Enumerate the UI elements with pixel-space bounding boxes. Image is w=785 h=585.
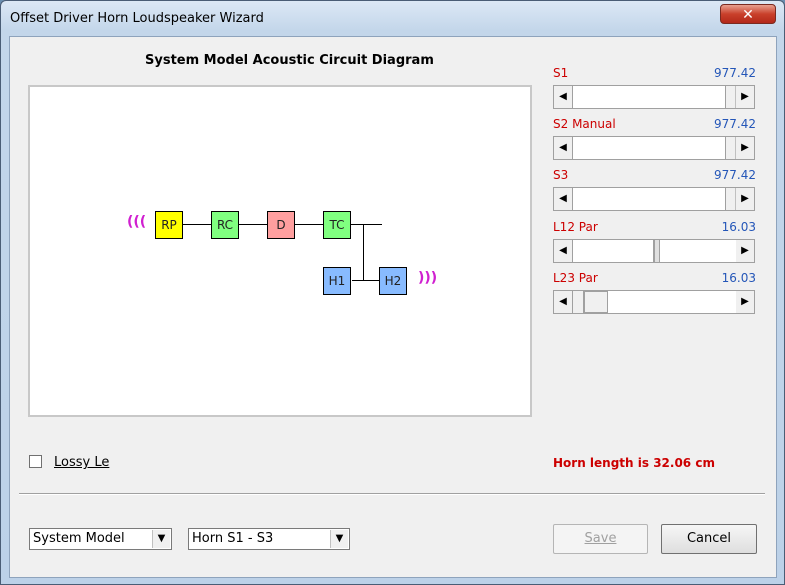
slider-s1-label: S1 [553, 66, 569, 80]
block-rp: RP [155, 211, 183, 239]
diagram-title: System Model Acoustic Circuit Diagram [145, 53, 434, 68]
slider-s3-label: S3 [553, 168, 569, 182]
slider-l12[interactable]: ◀ ▶ [553, 239, 755, 263]
block-rc: RC [211, 211, 239, 239]
slider-s3-value: 977.42 [714, 168, 756, 182]
scroll-right-icon[interactable]: ▶ [735, 240, 754, 262]
slider-l12-value: 16.03 [721, 220, 756, 234]
slider-l23-value: 16.03 [721, 271, 756, 285]
close-button[interactable]: ✕ [720, 4, 776, 24]
save-button[interactable]: Save [553, 524, 648, 554]
scroll-left-icon[interactable]: ◀ [554, 240, 573, 262]
lossy-le-label[interactable]: Lossy Le [54, 455, 109, 470]
lossy-le-text: Lossy Le [54, 455, 110, 470]
slider-thumb[interactable] [572, 86, 726, 108]
block-h1: H1 [323, 267, 351, 295]
connector-line [363, 224, 364, 281]
chevron-down-icon[interactable]: ▼ [152, 530, 170, 548]
sound-wave-in-icon: ((( [127, 214, 147, 230]
slider-s2-label: S2 Manual [553, 117, 616, 131]
scroll-left-icon[interactable]: ◀ [554, 188, 573, 210]
slider-thumb[interactable] [572, 137, 726, 159]
window-title: Offset Driver Horn Loudspeaker Wizard [10, 11, 264, 26]
scroll-right-icon[interactable]: ▶ [735, 291, 754, 313]
scroll-right-icon[interactable]: ▶ [735, 86, 754, 108]
scroll-left-icon[interactable]: ◀ [554, 291, 573, 313]
circuit-diagram: ((( RP RC D TC H1 H2 ))) [28, 85, 532, 417]
horn-length-text: Horn length is 32.06 cm [553, 456, 715, 470]
slider-l12-label: L12 Par [553, 220, 598, 234]
cancel-button[interactable]: Cancel [661, 524, 757, 554]
slider-knob[interactable] [584, 291, 608, 313]
chevron-down-icon[interactable]: ▼ [330, 530, 348, 548]
scroll-right-icon[interactable]: ▶ [735, 137, 754, 159]
block-d: D [267, 211, 295, 239]
block-tc: TC [323, 211, 351, 239]
slider-s2[interactable]: ◀ ▶ [553, 136, 755, 160]
slider-thumb[interactable] [572, 188, 726, 210]
horn-select-value: Horn S1 - S3 [192, 531, 274, 546]
sound-wave-out-icon: ))) [418, 270, 438, 286]
divider [19, 493, 765, 495]
slider-s2-value: 977.42 [714, 117, 756, 131]
lossy-le-checkbox[interactable] [29, 455, 42, 468]
model-select[interactable]: System Model ▼ [29, 528, 172, 550]
connector-line [352, 280, 382, 281]
slider-l23-label: L23 Par [553, 271, 598, 285]
slider-track[interactable] [660, 240, 736, 262]
slider-l23[interactable]: ◀ ▶ [553, 290, 755, 314]
close-icon: ✕ [742, 7, 754, 23]
model-select-value: System Model [33, 531, 125, 546]
scroll-left-icon[interactable]: ◀ [554, 86, 573, 108]
slider-s1-value: 977.42 [714, 66, 756, 80]
slider-s3[interactable]: ◀ ▶ [553, 187, 755, 211]
slider-s1[interactable]: ◀ ▶ [553, 85, 755, 109]
scroll-left-icon[interactable]: ◀ [554, 137, 573, 159]
block-h2: H2 [379, 267, 407, 295]
scroll-right-icon[interactable]: ▶ [735, 188, 754, 210]
slider-thumb[interactable] [572, 291, 584, 313]
horn-select[interactable]: Horn S1 - S3 ▼ [188, 528, 350, 550]
title-bar[interactable]: Offset Driver Horn Loudspeaker Wizard ✕ [1, 1, 784, 35]
slider-thumb[interactable] [572, 240, 654, 262]
slider-track[interactable] [608, 291, 736, 313]
